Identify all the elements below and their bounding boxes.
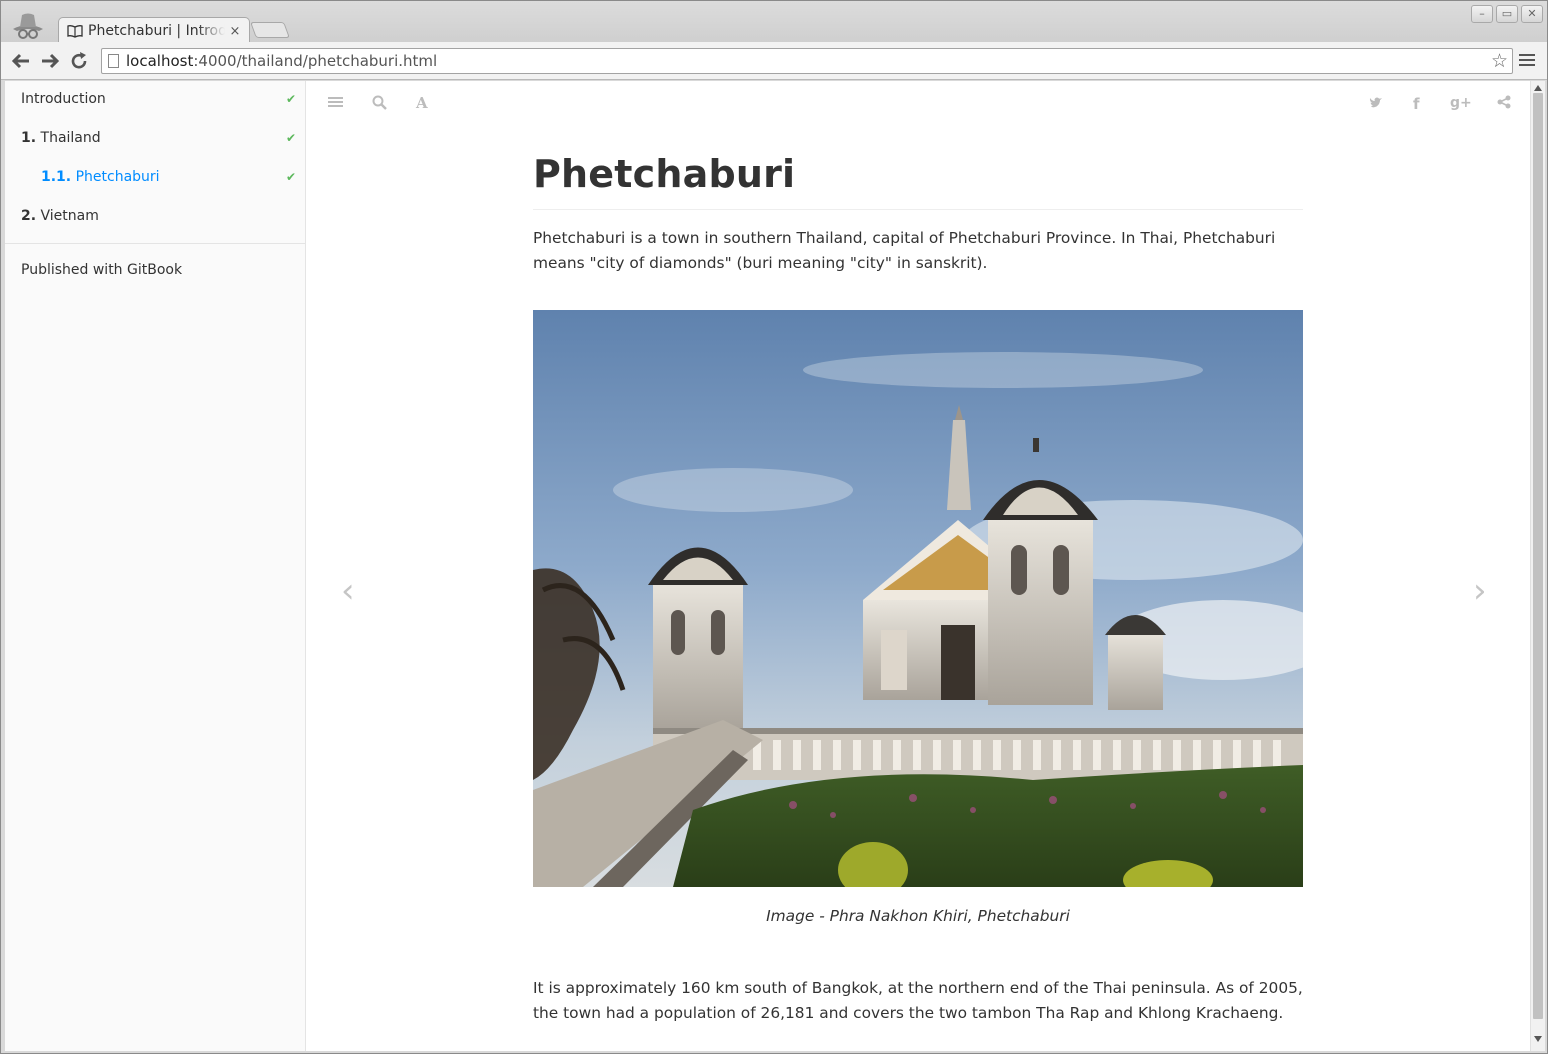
book-header: A f g+ [306, 81, 1530, 131]
forward-arrow-icon[interactable] [38, 49, 62, 73]
title-divider [533, 209, 1303, 210]
facebook-icon[interactable]: f [1413, 95, 1420, 113]
web-page: Introduction ✔ 1. Thailand ✔ 1.1. Phetch… [5, 81, 1545, 1051]
hamburger-icon[interactable] [1519, 51, 1535, 71]
share-icon[interactable] [1497, 95, 1511, 113]
minimize-icon[interactable]: – [1471, 5, 1493, 23]
page-title: Phetchaburi [533, 152, 796, 196]
checkmark-icon: ✔ [285, 92, 296, 106]
font-settings-icon[interactable]: A [416, 94, 428, 112]
sidebar-item-label: Vietnam [40, 208, 99, 224]
scroll-down-arrow-icon[interactable] [1534, 1036, 1542, 1042]
address-bar[interactable]: localhost:4000/thailand/phetchaburi.html… [101, 48, 1513, 74]
intro-paragraph: Phetchaburi is a town in southern Thaila… [533, 229, 1276, 272]
list-icon[interactable] [328, 95, 343, 113]
twitter-icon[interactable] [1369, 95, 1383, 113]
body-paragraph: It is approximately 160 km south of Bang… [533, 979, 1303, 1022]
checkmark-icon: ✔ [285, 131, 296, 145]
book-summary-sidebar: Introduction ✔ 1. Thailand ✔ 1.1. Phetch… [5, 81, 306, 1051]
close-window-icon[interactable]: ✕ [1521, 5, 1543, 23]
checkmark-icon: ✔ [285, 170, 296, 184]
url-text: localhost:4000/thailand/phetchaburi.html [126, 52, 438, 70]
sidebar-item-label: Thailand [40, 130, 101, 146]
title-bar: Phetchaburi | Introduction × – ▭ ✕ [1, 1, 1547, 43]
incognito-icon [13, 13, 43, 39]
sidebar-item-label: Introduction [21, 91, 106, 107]
reload-icon[interactable] [67, 49, 91, 73]
scrollbar[interactable] [1530, 81, 1545, 1051]
image-caption: Image - Phra Nakhon Khiri, Phetchaburi [766, 907, 1070, 925]
scrollbar-thumb[interactable] [1533, 93, 1543, 1019]
star-icon[interactable]: ☆ [1491, 50, 1508, 72]
browser-window: Phetchaburi | Introduction × – ▭ ✕ local… [0, 0, 1548, 1054]
tab-close-icon[interactable]: × [229, 24, 241, 39]
previous-page-arrow-icon[interactable]: ‹ [341, 571, 355, 611]
sidebar-item-thailand[interactable]: 1. Thailand ✔ [5, 120, 305, 159]
new-tab-button[interactable] [250, 22, 290, 38]
back-arrow-icon[interactable] [9, 49, 33, 73]
sidebar-divider [5, 243, 305, 244]
book-icon [67, 24, 83, 38]
window-controls: – ▭ ✕ [1471, 5, 1543, 23]
published-with-gitbook-link[interactable]: Published with GitBook [21, 262, 182, 278]
scroll-up-arrow-icon[interactable] [1534, 85, 1542, 91]
sidebar-item-phetchaburi[interactable]: 1.1. Phetchaburi ✔ [5, 159, 305, 198]
browser-toolbar: localhost:4000/thailand/phetchaburi.html… [1, 42, 1547, 80]
tab-title: Phetchaburi | Introduction [88, 23, 225, 39]
sidebar-item-vietnam[interactable]: 2. Vietnam [5, 198, 305, 237]
next-page-arrow-icon[interactable]: › [1473, 571, 1487, 611]
page-icon [108, 54, 119, 68]
temple-photo [533, 310, 1303, 887]
sidebar-item-label: Phetchaburi [75, 169, 160, 185]
google-plus-icon[interactable]: g+ [1450, 95, 1472, 111]
sidebar-item-introduction[interactable]: Introduction ✔ [5, 81, 305, 120]
tab-phetchaburi[interactable]: Phetchaburi | Introduction × [58, 17, 250, 43]
search-icon[interactable] [372, 95, 387, 114]
maximize-icon[interactable]: ▭ [1496, 5, 1518, 23]
